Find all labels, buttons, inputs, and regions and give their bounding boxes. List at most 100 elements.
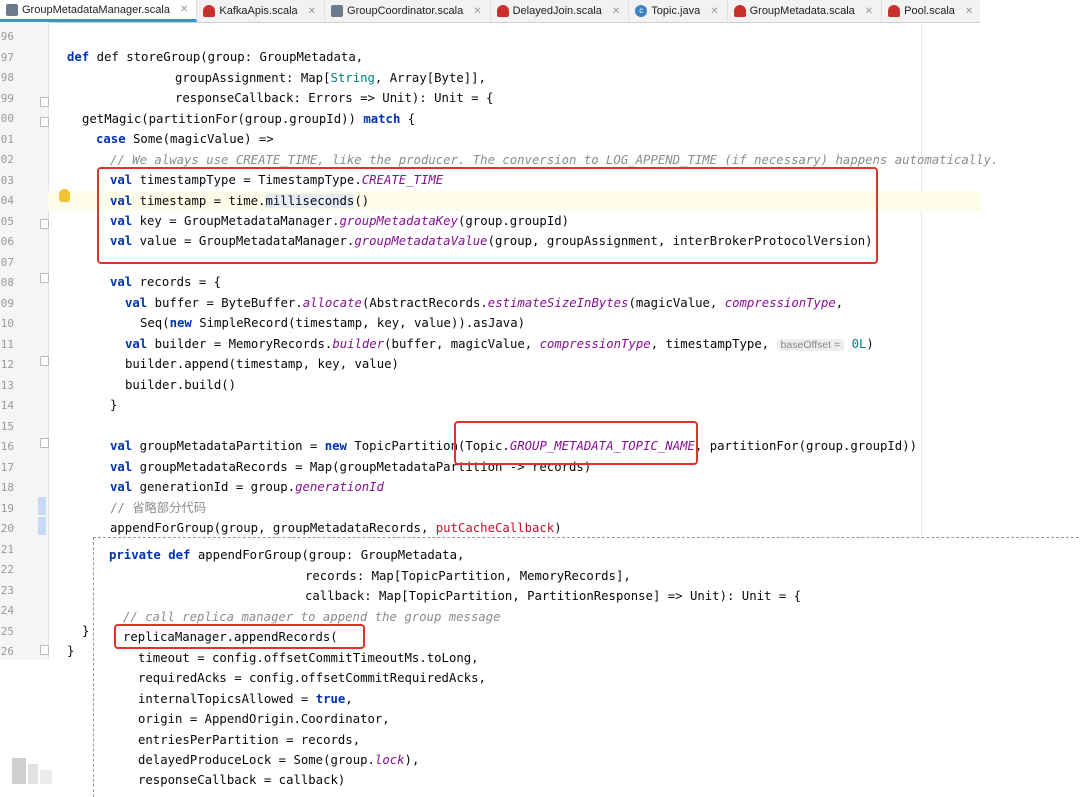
line-number: 02 bbox=[0, 153, 14, 166]
tab-1[interactable]: KafkaApis.scala ✕ bbox=[197, 0, 326, 22]
fold-marker-icon[interactable] bbox=[40, 117, 49, 127]
fold-marker-icon[interactable] bbox=[40, 645, 49, 655]
line-number: 19 bbox=[0, 501, 14, 515]
line-number: 97 bbox=[0, 50, 14, 64]
line-number: 05 bbox=[0, 214, 14, 228]
line-number: 00 bbox=[0, 112, 14, 125]
tab-label: Topic.java bbox=[651, 5, 701, 17]
line-number: 07 bbox=[0, 255, 14, 269]
tab-0[interactable]: GroupMetadataManager.scala ✕ bbox=[0, 0, 198, 22]
code-line: records: Map[TopicPartition, MemoryRecor… bbox=[305, 569, 631, 583]
line-number: 12 bbox=[0, 358, 14, 371]
scala-file-icon bbox=[496, 5, 509, 17]
line-number: 24 bbox=[0, 604, 14, 617]
scala-class-icon bbox=[888, 5, 901, 17]
line-number: 99 bbox=[0, 91, 14, 105]
tab-label: GroupMetadataManager.scala bbox=[22, 3, 170, 16]
code-comment: // 省略部分代码 bbox=[110, 501, 206, 515]
overlay-code-snippet: private def appendForGroup(group: GroupM… bbox=[93, 537, 1079, 797]
tab-6[interactable]: Pool.scala ✕ bbox=[882, 0, 980, 22]
close-icon[interactable]: ✕ bbox=[865, 6, 873, 17]
code-line: origin = AppendOrigin.Coordinator, bbox=[138, 712, 390, 726]
code-line: entriesPerPartition = records, bbox=[138, 733, 361, 747]
code-line: callback: Map[TopicPartition, PartitionR… bbox=[305, 589, 802, 603]
tab-label: GroupMetadata.scala bbox=[749, 5, 855, 17]
code-line: } bbox=[110, 398, 118, 412]
code-line: builder.append(timestamp, key, value) bbox=[125, 357, 399, 371]
line-number: 14 bbox=[0, 399, 14, 412]
code-line: builder.build() bbox=[125, 378, 237, 392]
java-class-icon: c bbox=[635, 5, 648, 17]
line-number: 98 bbox=[0, 71, 14, 84]
annotation-box-value-block bbox=[97, 167, 878, 264]
parameter-hint: baseOffset = bbox=[776, 339, 845, 351]
fold-marker-icon[interactable] bbox=[40, 273, 49, 283]
close-icon[interactable]: ✕ bbox=[710, 6, 718, 17]
scala-object-icon bbox=[6, 3, 18, 16]
fold-marker-icon[interactable] bbox=[40, 438, 49, 448]
line-number: 11 bbox=[0, 337, 14, 351]
tab-3[interactable]: DelayedJoin.scala ✕ bbox=[491, 0, 630, 22]
lightbulb-icon[interactable] bbox=[59, 189, 70, 202]
annotation-box-topic-name bbox=[454, 421, 698, 465]
fold-marker-icon[interactable] bbox=[40, 219, 49, 229]
scala-file-icon bbox=[733, 5, 746, 17]
line-number: 17 bbox=[0, 460, 14, 474]
line-number: 23 bbox=[0, 583, 14, 597]
code-line: delayedProduceLock = Some(group.lock), bbox=[138, 753, 420, 767]
tab-label: KafkaApis.scala bbox=[219, 5, 298, 17]
close-icon[interactable]: ✕ bbox=[473, 6, 481, 17]
scala-object-icon bbox=[331, 5, 344, 17]
close-icon[interactable]: ✕ bbox=[965, 6, 973, 17]
line-number: 13 bbox=[0, 378, 14, 392]
code-line: Seq(new SimpleRecord(timestamp, key, val… bbox=[140, 316, 525, 330]
vcs-change-marker[interactable] bbox=[38, 517, 46, 535]
code-line: appendForGroup(group, groupMetadataRecor… bbox=[110, 521, 562, 535]
line-number: 09 bbox=[0, 296, 14, 310]
code-line: groupAssignment: Map[String, Array[Byte]… bbox=[175, 71, 486, 85]
line-number: 25 bbox=[0, 624, 14, 638]
line-number: 15 bbox=[0, 419, 14, 433]
code-line: internalTopicsAllowed = true, bbox=[138, 692, 353, 706]
line-number: 22 bbox=[0, 563, 14, 576]
code-line: val records = { bbox=[110, 275, 222, 289]
close-icon[interactable]: ✕ bbox=[180, 4, 188, 15]
code-line: } bbox=[67, 644, 75, 658]
code-line: def def storeGroup(group: GroupMetadata, bbox=[67, 50, 364, 64]
tab-label: Pool.scala bbox=[904, 5, 955, 17]
code-line: val buffer = ByteBuffer.allocate(Abstrac… bbox=[125, 296, 844, 310]
code-line: private def appendForGroup(group: GroupM… bbox=[109, 548, 465, 562]
line-number: 96 bbox=[0, 30, 14, 43]
fold-marker-icon[interactable] bbox=[40, 356, 49, 366]
code-line: val generationId = group.generationId bbox=[110, 480, 384, 494]
code-line: case Some(magicValue) => bbox=[96, 132, 274, 146]
tab-5[interactable]: GroupMetadata.scala ✕ bbox=[728, 0, 883, 22]
vcs-change-marker[interactable] bbox=[38, 497, 46, 515]
tab-2[interactable]: GroupCoordinator.scala ✕ bbox=[325, 0, 491, 22]
line-number: 03 bbox=[0, 173, 14, 187]
line-number: 01 bbox=[0, 132, 14, 146]
editor-tab-bar: GroupMetadataManager.scala ✕ KafkaApis.sca… bbox=[0, 0, 980, 23]
code-line: getMagic(partitionFor(group.groupId)) ma… bbox=[82, 112, 416, 126]
fold-marker-icon[interactable] bbox=[40, 97, 49, 107]
line-number: 06 bbox=[0, 235, 14, 248]
close-icon[interactable]: ✕ bbox=[612, 6, 620, 17]
close-icon[interactable]: ✕ bbox=[308, 6, 316, 17]
line-number: 04 bbox=[0, 194, 14, 207]
code-line: responseCallback = callback) bbox=[138, 773, 346, 787]
line-number: 21 bbox=[0, 542, 14, 556]
watermark-blur bbox=[12, 758, 52, 784]
tab-label: DelayedJoin.scala bbox=[512, 5, 602, 17]
code-line: requiredAcks = config.offsetCommitRequir… bbox=[138, 671, 486, 685]
line-number: 08 bbox=[0, 276, 14, 289]
line-number-gutter: 96 97 98 99 00 01 02 03 04 05 06 07 08 09 10 11 12 13 14 15… bbox=[0, 22, 49, 660]
tab-4[interactable]: c Topic.java ✕ bbox=[629, 0, 728, 22]
code-line: val builder = MemoryRecords.builder(buff… bbox=[125, 337, 874, 351]
code-line: timeout = config.offsetCommitTimeoutMs.t… bbox=[138, 651, 479, 665]
scala-class-icon bbox=[203, 5, 216, 17]
annotation-box-append-records bbox=[114, 624, 365, 649]
line-number: 10 bbox=[0, 317, 14, 330]
code-line: responseCallback: Errors => Unit): Unit … bbox=[175, 91, 494, 105]
line-number: 26 bbox=[0, 645, 14, 658]
line-number: 20 bbox=[0, 522, 14, 535]
